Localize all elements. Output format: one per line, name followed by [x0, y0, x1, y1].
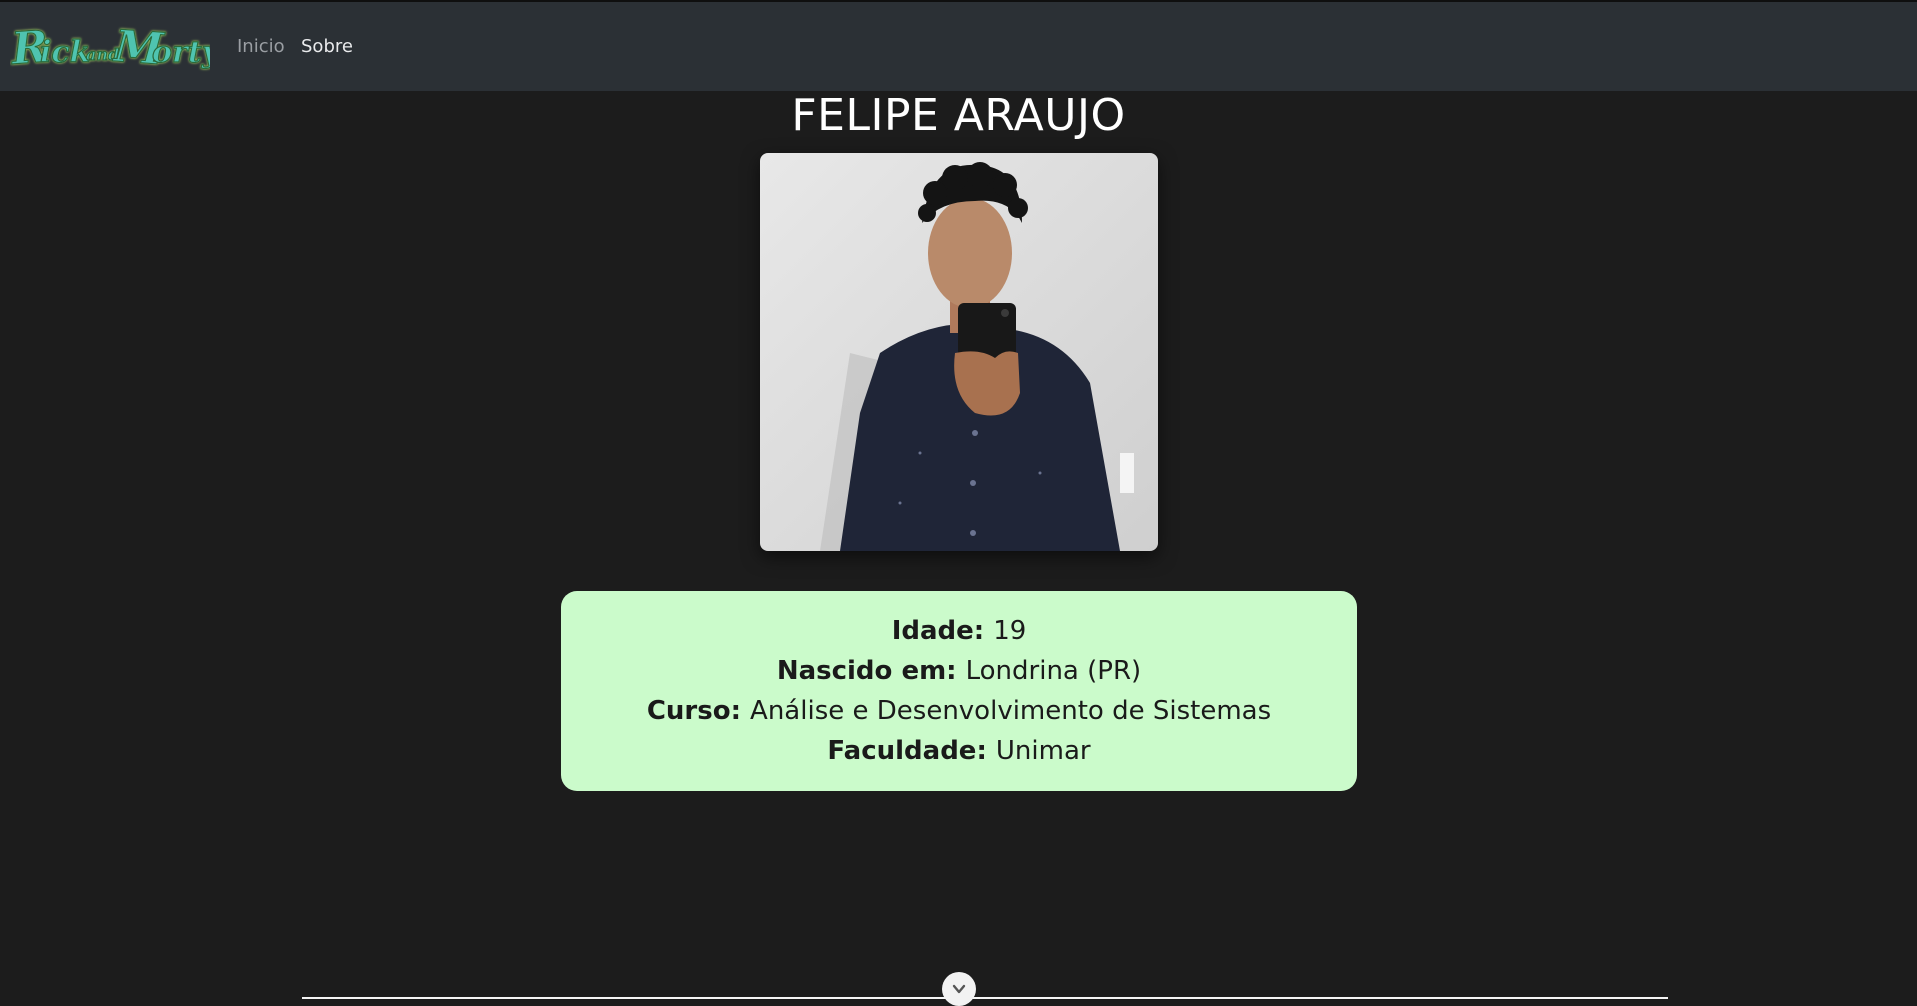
detail-age: Idade: 19 [892, 611, 1027, 651]
chevron-down-icon [952, 984, 966, 994]
nav-link-inicio[interactable]: Inicio [237, 36, 285, 57]
detail-value: Unimar [995, 736, 1091, 766]
profile-photo-image [760, 153, 1158, 551]
profile-photo [760, 153, 1158, 551]
rick-and-morty-logo: R ick and M orty [7, 20, 222, 76]
svg-text:orty: orty [152, 35, 210, 70]
detail-college: Faculdade: Unimar [827, 731, 1090, 771]
detail-label: Nascido em: [776, 656, 966, 686]
page-title: FELIPE ARAUJO [791, 90, 1126, 141]
nav-link-sobre[interactable]: Sobre [301, 36, 353, 57]
navbar: R ick and M orty Inicio Sobre [0, 2, 1917, 91]
detail-value: Análise e Desenvolvimento de Sistemas [750, 696, 1272, 726]
svg-text:ick: ick [40, 35, 90, 70]
detail-value: 19 [993, 616, 1027, 646]
detail-label: Idade: [891, 616, 994, 646]
detail-label: Faculdade: [827, 736, 996, 766]
detail-value: Londrina (PR) [965, 656, 1142, 686]
scroll-down-button[interactable] [942, 972, 976, 1006]
profile-details-card: Idade: 19 Nascido em: Londrina (PR) Curs… [561, 591, 1357, 791]
detail-course: Curso: Análise e Desenvolvimento de Sist… [647, 691, 1271, 731]
brand-logo[interactable]: R ick and M orty [7, 14, 222, 80]
detail-label: Curso: [646, 696, 751, 726]
detail-birthplace: Nascido em: Londrina (PR) [777, 651, 1141, 691]
